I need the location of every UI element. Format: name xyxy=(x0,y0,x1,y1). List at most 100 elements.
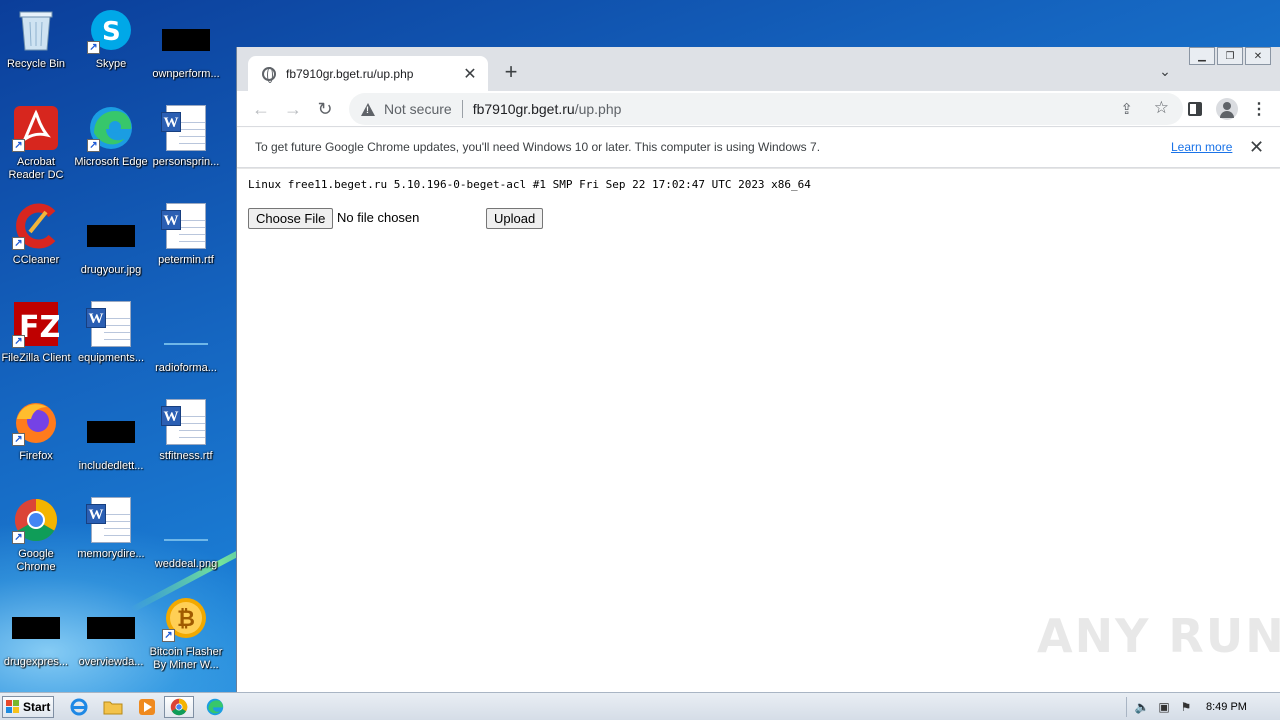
desktop-icon-label: Skype xyxy=(95,58,127,70)
network-icon[interactable]: ▣ xyxy=(1153,697,1175,717)
url-text: fb7910gr.bget.ru/up.php xyxy=(473,101,622,117)
shortcut-arrow-icon: ↗ xyxy=(12,139,25,152)
desktop-icon-skype[interactable]: S ↗ Skype xyxy=(73,6,149,90)
desktop-icon-overviewda[interactable]: overviewda... xyxy=(73,604,149,688)
bitcoin-flasher-icon: ₿ ↗ xyxy=(162,594,210,642)
shortcut-arrow-icon: ↗ xyxy=(162,629,175,642)
start-button[interactable]: Start xyxy=(2,696,54,718)
back-arrow-icon[interactable]: ← xyxy=(247,95,275,123)
taskbar-chrome-icon[interactable] xyxy=(164,696,194,718)
shortcut-arrow-icon: ↗ xyxy=(12,433,25,446)
minimize-button[interactable]: ▁ xyxy=(1189,47,1215,65)
learn-more-link[interactable]: Learn more xyxy=(1171,140,1232,154)
desktop-icon-petermin[interactable]: W petermin.rtf xyxy=(148,202,224,286)
desktop-icon-firefox[interactable]: ↗ Firefox xyxy=(0,398,74,482)
address-bar[interactable]: Not secure fb7910gr.bget.ru/up.php ⇪ ☆ xyxy=(349,93,1183,125)
image-thumbnail-icon xyxy=(87,604,135,652)
desktop-icon-label: Google Chrome xyxy=(16,548,56,573)
close-window-button[interactable]: ✕ xyxy=(1245,47,1271,65)
tab-close-icon[interactable]: ✕ xyxy=(458,64,482,84)
desktop-icon-label: FileZilla Client xyxy=(1,352,71,364)
share-icon[interactable]: ⇪ xyxy=(1120,100,1133,118)
desktop-icon-label: CCleaner xyxy=(12,254,60,266)
not-secure-label: Not secure xyxy=(384,101,452,117)
desktop-icon-memorydire[interactable]: W memorydire... xyxy=(73,496,149,580)
word-document-icon: W xyxy=(161,202,210,250)
desktop-icon-ccleaner[interactable]: ↗ CCleaner xyxy=(0,202,74,286)
desktop-icon-label: stfitness.rtf xyxy=(159,450,213,462)
desktop-icon-weddeal[interactable]: weddeal.png xyxy=(148,506,224,590)
desktop-icon-label: radioforma... xyxy=(155,362,217,374)
shortcut-arrow-icon: ↗ xyxy=(87,139,100,152)
svg-text:₿: ₿ xyxy=(177,607,195,632)
profile-avatar-icon[interactable] xyxy=(1215,97,1239,121)
desktop-icon-recycle-bin[interactable]: Recycle Bin xyxy=(0,6,74,90)
desktop-icon-bitcoin-flasher[interactable]: ₿ ↗ Bitcoin Flasher By Miner W... xyxy=(148,594,224,678)
page-content: Linux free11.beget.ru 5.10.196-0-beget-a… xyxy=(237,169,1280,692)
taskbar-ie-icon[interactable] xyxy=(64,696,94,718)
desktop-icon-filezilla[interactable]: FZ ↗ FileZilla Client xyxy=(0,300,74,384)
word-document-icon: W xyxy=(161,398,210,446)
desktop-icon-radioforma[interactable]: radioforma... xyxy=(148,310,224,394)
choose-file-button[interactable]: Choose File xyxy=(248,208,334,229)
reload-icon[interactable]: ↻ xyxy=(311,95,339,123)
kebab-menu-icon[interactable]: ⋮ xyxy=(1247,97,1271,121)
desktop-icon-label: drugyour.jpg xyxy=(80,264,142,276)
desktop-icon-equipments[interactable]: W equipments... xyxy=(73,300,149,384)
desktop-icon-label: weddeal.png xyxy=(154,558,218,570)
desktop-icon-label: Bitcoin Flasher By Miner W... xyxy=(149,646,223,671)
anyrun-watermark: ANY RUN xyxy=(1037,609,1280,663)
svg-text:FZ: FZ xyxy=(19,310,59,345)
uname-text: Linux free11.beget.ru 5.10.196-0-beget-a… xyxy=(248,178,811,191)
volume-icon[interactable]: 🔈 xyxy=(1131,697,1153,717)
desktop-icon-label: personsprin... xyxy=(152,156,220,168)
chrome-window: fb7910gr.bget.ru/up.php ✕ + ⌄ ▁ ❐ ✕ ← → … xyxy=(236,47,1280,692)
desktop-icon-ownperform[interactable]: ownperform... xyxy=(148,16,224,100)
chrome-toolbar: ← → ↻ Not secure fb7910gr.bget.ru/up.php… xyxy=(237,91,1280,127)
side-panel-icon[interactable] xyxy=(1183,97,1207,121)
desktop-icon-chrome[interactable]: ↗ Google Chrome xyxy=(0,496,74,580)
restore-button[interactable]: ❐ xyxy=(1217,47,1243,65)
desktop-icon-stfitness[interactable]: W stfitness.rtf xyxy=(148,398,224,482)
tab-title: fb7910gr.bget.ru/up.php xyxy=(286,66,414,81)
edge-icon: ↗ xyxy=(87,104,135,152)
taskbar: Start 🔈 ▣ ⚑ 8:49 PM xyxy=(0,692,1280,720)
taskbar-explorer-folder-icon[interactable] xyxy=(98,696,128,718)
start-label: Start xyxy=(23,700,51,714)
shortcut-arrow-icon: ↗ xyxy=(87,41,100,54)
desktop-icon-label: petermin.rtf xyxy=(158,254,214,266)
svg-text:S: S xyxy=(102,17,121,47)
tab-search-chevron-icon[interactable]: ⌄ xyxy=(1155,63,1175,83)
desktop-icon-label: overviewda... xyxy=(78,656,144,668)
windows-logo-icon xyxy=(6,700,20,714)
forward-arrow-icon[interactable]: → xyxy=(279,95,307,123)
shortcut-arrow-icon: ↗ xyxy=(12,335,25,348)
desktop-icon-label: memorydire... xyxy=(77,548,145,560)
desktop-icon-acrobat[interactable]: ↗ Acrobat Reader DC xyxy=(0,104,74,188)
desktop-icon-label: equipments... xyxy=(77,352,145,364)
desktop-icon-label: Acrobat Reader DC xyxy=(8,156,64,181)
url-host: fb7910gr.bget.ru xyxy=(472,101,575,117)
chrome-icon: ↗ xyxy=(12,496,60,544)
desktop-icon-drugexpres[interactable]: drugexpres... xyxy=(0,604,74,688)
desktop-icon-includedlett[interactable]: includedlett... xyxy=(73,408,149,492)
acrobat-icon: ↗ xyxy=(12,104,60,152)
desktop-icon-drugyour[interactable]: drugyour.jpg xyxy=(73,212,149,296)
tab-active[interactable]: fb7910gr.bget.ru/up.php ✕ xyxy=(248,56,488,91)
action-center-flag-icon[interactable]: ⚑ xyxy=(1175,697,1197,717)
skype-icon: S ↗ xyxy=(87,6,135,54)
upload-button[interactable]: Upload xyxy=(486,208,544,229)
desktop-icon-personsprin[interactable]: W personsprin... xyxy=(148,104,224,188)
taskbar-clock[interactable]: 8:49 PM xyxy=(1206,701,1247,713)
no-file-chosen-text: No file chosen xyxy=(337,210,420,225)
bookmark-star-icon[interactable]: ☆ xyxy=(1154,98,1169,118)
infobar-close-icon[interactable]: ✕ xyxy=(1249,137,1264,158)
taskbar-media-player-icon[interactable] xyxy=(132,696,162,718)
omnibox-divider xyxy=(461,100,463,118)
new-tab-button[interactable]: + xyxy=(499,60,523,84)
taskbar-edge-icon[interactable] xyxy=(200,696,230,718)
image-thumbnail-icon xyxy=(87,212,135,260)
window-controls: ▁ ❐ ✕ xyxy=(1187,47,1271,67)
ccleaner-icon: ↗ xyxy=(12,202,60,250)
desktop-icon-edge[interactable]: ↗ Microsoft Edge xyxy=(73,104,149,188)
